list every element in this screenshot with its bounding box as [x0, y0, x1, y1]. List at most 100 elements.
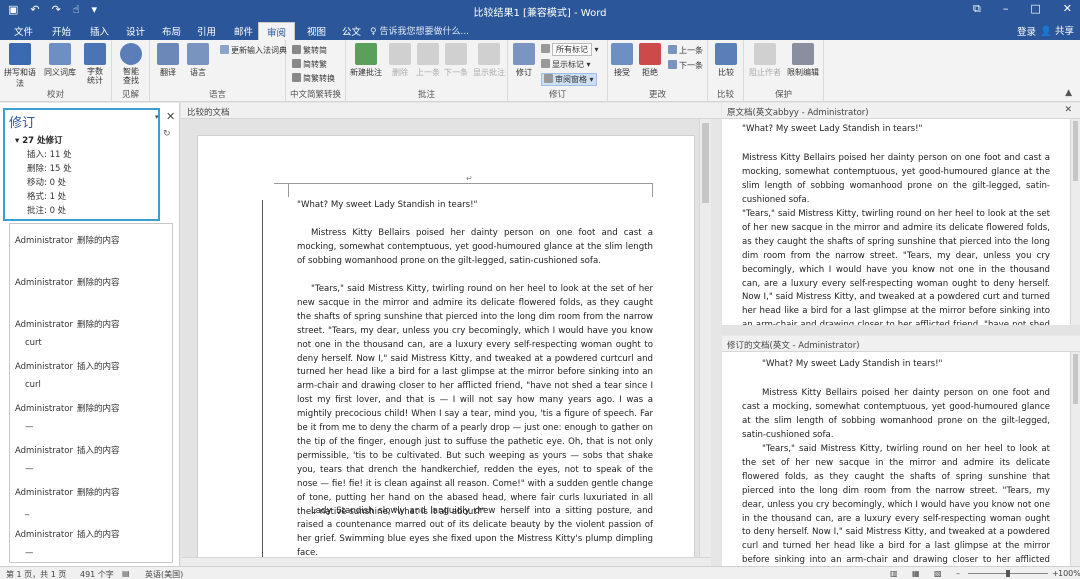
new-comment-button[interactable]: 新建批注 [348, 43, 384, 78]
revision-text: — [25, 464, 34, 474]
doc-paragraph: "Tears," said Mistress Kitty, twirling r… [742, 444, 1050, 566]
reviewing-pane-button[interactable]: 审阅窗格 ▾ [541, 73, 597, 86]
group-proofing: 拼写和语法 同义词库 字数 统计 校对 [0, 40, 112, 102]
close-icon[interactable]: ✕ [1064, 105, 1072, 115]
tab-6[interactable]: 邮件 [228, 23, 259, 39]
tab-5[interactable]: 引用 [191, 23, 222, 39]
prev-icon [417, 43, 439, 65]
group-tracking: 修订 所有标记 ▾ 显示标记 ▾ 审阅窗格 ▾ 修订 [508, 40, 608, 102]
convert-button[interactable]: 简繁转换 [292, 73, 335, 84]
original-doc-header: 原文档(英文abbyy - Administrator) ✕ [722, 103, 1080, 119]
list-item[interactable]: Administrator 插入的内容 curl [15, 360, 119, 390]
share-button[interactable]: 👤 共享 [1040, 23, 1074, 37]
pane-splitter[interactable] [722, 325, 1080, 335]
close-icon[interactable]: ✕ [1063, 2, 1072, 16]
scroll-thumb[interactable] [1073, 121, 1078, 181]
next-comment-button[interactable]: 下一条 [438, 43, 474, 78]
tab-9[interactable]: 公文 [336, 23, 367, 39]
show-comments-icon [478, 43, 500, 65]
tab-3[interactable]: 设计 [120, 23, 151, 39]
share-label: 共享 [1054, 26, 1074, 37]
close-icon[interactable]: ✕ [166, 110, 175, 123]
revision-author: Administrator [15, 446, 73, 456]
compared-doc-area: ↵ "What? My sweet Lady Standish in tears… [181, 119, 711, 557]
language-button[interactable]: 语言 [180, 43, 216, 78]
list-item[interactable]: Administrator 插入的内容 — [15, 444, 119, 474]
list-item[interactable]: Administrator 删除的内容 _ [15, 486, 119, 516]
zoom-level[interactable]: 100% [1058, 569, 1080, 578]
tab-1[interactable]: 开始 [46, 23, 77, 39]
web-layout-icon[interactable]: ▧ [934, 569, 942, 578]
simp-icon [292, 59, 301, 68]
update-ime-button[interactable]: 更新输入法词典 [220, 45, 287, 56]
pane-options-icon[interactable]: ▾ [155, 113, 159, 121]
read-mode-icon[interactable]: ▥ [890, 569, 898, 578]
page-indicator[interactable]: 第 1 页，共 1 页 [6, 569, 66, 579]
block-authors-button[interactable]: 阻止作者 [746, 43, 784, 78]
tab-4[interactable]: 布局 [156, 23, 187, 39]
zoom-slider[interactable] [968, 570, 1048, 577]
smart-lookup-button[interactable]: 智能 查找 [113, 43, 149, 85]
thesaurus-icon [49, 43, 71, 65]
show-comments-button[interactable]: 显示批注 [470, 43, 508, 78]
list-item[interactable]: Administrator 删除的内容 — [15, 402, 119, 432]
tab-7[interactable]: 审阅 [258, 22, 296, 40]
list-item[interactable]: Administrator 删除的内容 [15, 276, 119, 296]
list-item[interactable]: Administrator 删除的内容 [15, 234, 119, 254]
vertical-scrollbar[interactable] [1070, 119, 1080, 325]
show-markup-icon [541, 59, 550, 68]
accept-icon [611, 43, 633, 65]
restrict-editing-button[interactable]: 限制编辑 [784, 43, 822, 78]
collapse-ribbon-icon[interactable]: ▲ [1065, 88, 1072, 98]
next-change-button[interactable]: 下一条 [668, 60, 703, 71]
track-changes-button[interactable]: 修订 [510, 43, 538, 78]
prev-change-button[interactable]: 上一条 [668, 45, 703, 56]
proofing-icon[interactable]: ▤ [122, 569, 130, 578]
doc-paragraph: Mistress Kitty Bellairs poised her daint… [742, 153, 1050, 205]
login-link[interactable]: 登录 [1017, 24, 1036, 38]
thesaurus-button[interactable]: 同义词库 [42, 43, 78, 78]
revision-type: 删除的内容 [76, 320, 120, 330]
compare-button[interactable]: 比较 [709, 43, 743, 78]
group-label-protect: 保护 [774, 90, 792, 100]
vertical-scrollbar[interactable] [699, 119, 711, 557]
scroll-thumb[interactable] [1073, 354, 1078, 404]
tab-8[interactable]: 视图 [301, 23, 332, 39]
original-doc-body: "What? My sweet Lady Standish in tears!"… [722, 119, 1070, 325]
horizontal-scrollbar[interactable] [181, 557, 711, 566]
maximize-icon[interactable]: □ [1030, 2, 1040, 16]
refresh-icon[interactable]: ↻ [163, 129, 171, 139]
list-item[interactable]: Administrator 插入的内容 — [15, 528, 119, 558]
next-change-icon [668, 60, 677, 69]
stat-comment: 批注: 0 处 [27, 206, 67, 216]
show-markup-button[interactable]: 显示标记 ▾ [541, 59, 591, 70]
list-item[interactable]: Administrator 删除的内容 curt [15, 318, 119, 348]
doc-paragraph: "Tears," said Mistress Kitty, twirling r… [297, 284, 653, 517]
doc-paragraph: "Tears," said Mistress Kitty, twirling r… [742, 209, 1050, 325]
zoom-out-icon[interactable]: – [956, 569, 960, 578]
group-label-comments: 批注 [417, 90, 435, 100]
minimize-icon[interactable]: – [1003, 2, 1009, 16]
to-traditional-button[interactable]: 繁转简 [292, 45, 327, 56]
prev-change-icon [668, 45, 677, 54]
word-count[interactable]: 491 个字 [80, 569, 114, 579]
spelling-button[interactable]: 拼写和语法 [2, 43, 38, 89]
tab-2[interactable]: 插入 [84, 23, 115, 39]
tab-0[interactable]: 文件 [8, 23, 39, 39]
reject-button[interactable]: 拒绝 [636, 43, 664, 78]
zoom-knob[interactable] [1006, 570, 1010, 577]
tell-me-search[interactable]: ♀ 告诉我您想要做什么... [370, 24, 469, 37]
markup-select[interactable]: 所有标记 ▾ [541, 43, 599, 56]
scroll-thumb[interactable] [702, 123, 709, 203]
block-authors-icon [754, 43, 776, 65]
ribbon-display-icon[interactable]: ⧉ [973, 2, 981, 16]
revision-total[interactable]: ▾ 27 处修订 [15, 134, 63, 146]
revision-text: — [25, 422, 34, 432]
language-indicator[interactable]: 英语(美国) [145, 569, 183, 579]
word-count-button[interactable]: 字数 统计 [78, 43, 112, 85]
print-layout-icon[interactable]: ▦ [912, 569, 920, 578]
to-simplified-button[interactable]: 简转繁 [292, 59, 327, 70]
accept-button[interactable]: 接受 [608, 43, 636, 78]
group-label-compare: 比较 [716, 90, 734, 100]
vertical-scrollbar[interactable] [1070, 352, 1080, 566]
